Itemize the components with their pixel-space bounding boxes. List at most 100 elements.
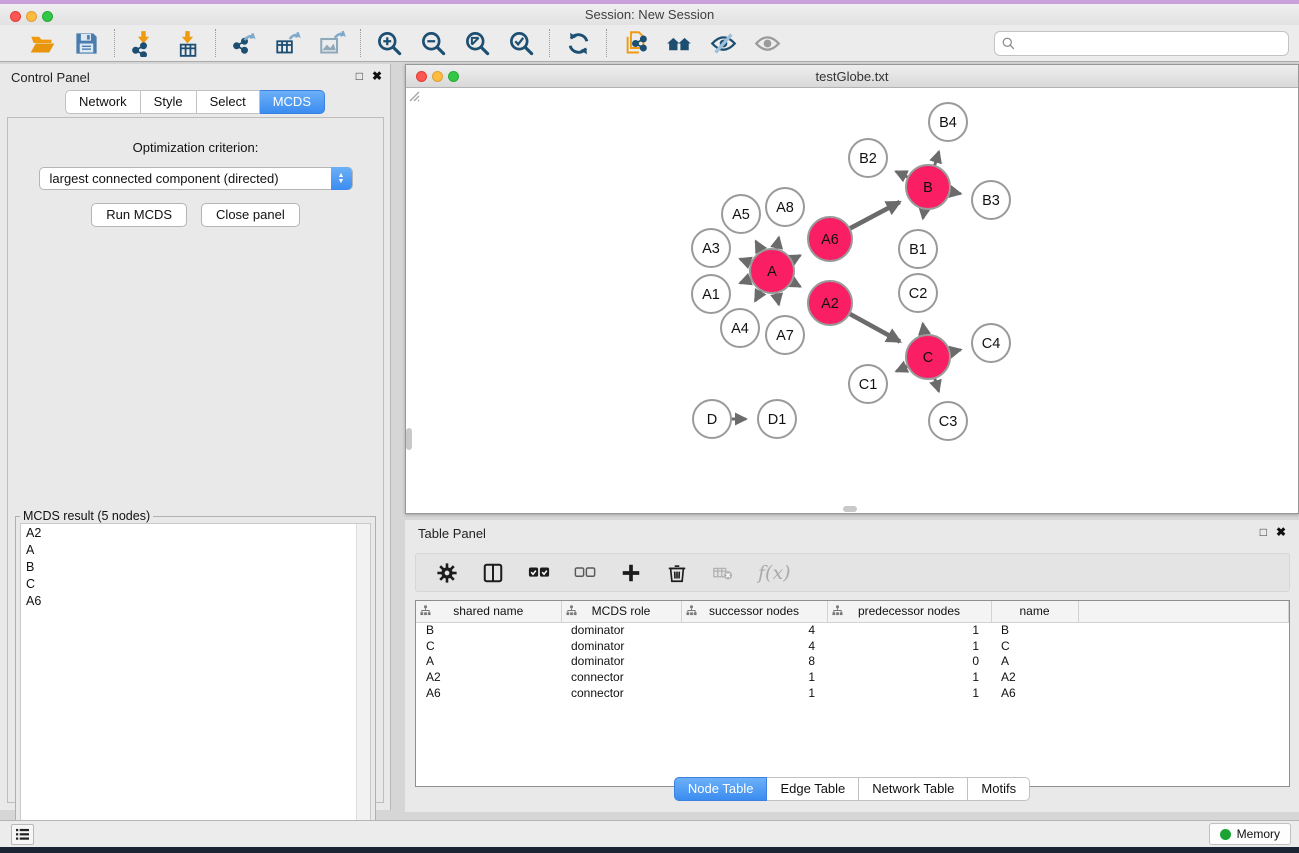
settings-gear-button[interactable] — [436, 562, 458, 584]
search-box[interactable] — [994, 31, 1289, 56]
edge-A-A7[interactable] — [776, 293, 778, 305]
table-cell[interactable]: 1 — [827, 622, 991, 638]
zoom-in-button[interactable] — [374, 28, 404, 58]
delete-columns-button[interactable] — [666, 562, 688, 584]
table-cell[interactable]: connector — [561, 669, 681, 685]
table-cell[interactable]: 1 — [827, 638, 991, 654]
graph-node-B2[interactable]: B2 — [849, 139, 887, 177]
close-panel-icon[interactable]: ✖ — [372, 69, 382, 83]
table-cell[interactable]: 4 — [681, 622, 827, 638]
export-table-button[interactable] — [273, 28, 303, 58]
edge-B-B4[interactable] — [934, 152, 938, 166]
table-cell[interactable]: A6 — [991, 685, 1078, 701]
vertical-scrollbar-thumb[interactable] — [406, 428, 412, 450]
table-row[interactable]: Cdominator41C — [416, 638, 1289, 654]
edge-A-A2[interactable] — [791, 282, 800, 287]
table-cell[interactable]: B — [416, 622, 561, 638]
column-header-shared-name[interactable]: shared name — [416, 601, 561, 622]
edge-B-B2[interactable] — [896, 171, 908, 177]
edge-C-C1[interactable] — [896, 366, 908, 371]
open-session-button[interactable] — [27, 28, 57, 58]
graph-node-A3[interactable]: A3 — [692, 229, 730, 267]
tab-network[interactable]: Network — [65, 90, 141, 114]
column-header-MCDS-role[interactable]: MCDS role — [561, 601, 681, 622]
table-cell[interactable]: C — [991, 638, 1078, 654]
table-cell[interactable]: 1 — [681, 685, 827, 701]
zoom-fit-button[interactable] — [462, 28, 492, 58]
table-row[interactable]: A2connector11A2 — [416, 669, 1289, 685]
result-item[interactable]: A — [21, 541, 370, 558]
export-image-button[interactable] — [317, 28, 347, 58]
graph-node-D[interactable]: D — [693, 400, 731, 438]
graph-node-A8[interactable]: A8 — [766, 188, 804, 226]
edge-C-C2[interactable] — [923, 324, 925, 336]
home-button[interactable] — [664, 28, 694, 58]
hide-panel-button[interactable] — [708, 28, 738, 58]
table-cell[interactable]: 1 — [827, 685, 991, 701]
result-item[interactable]: B — [21, 558, 370, 575]
table-cell[interactable]: B — [991, 622, 1078, 638]
network-canvas[interactable]: B4B2BB3A8A5A6A3B1AC2A1A2A4A7C4CC1DD1C3 — [406, 88, 1298, 513]
table-cell[interactable]: A2 — [416, 669, 561, 685]
select-all-columns-button[interactable] — [528, 562, 550, 584]
graph-node-D1[interactable]: D1 — [758, 400, 796, 438]
network-graph[interactable]: B4B2BB3A8A5A6A3B1AC2A1A2A4A7C4CC1DD1C3 — [406, 88, 1298, 513]
graph-node-C[interactable]: C — [906, 335, 950, 379]
edge-A-A8[interactable] — [776, 237, 778, 249]
edge-C-C4[interactable] — [949, 350, 960, 353]
table-cell[interactable]: 8 — [681, 653, 827, 669]
edge-A-A1[interactable] — [740, 279, 751, 283]
edge-A-A6[interactable] — [791, 255, 800, 260]
table-cell[interactable]: A — [991, 653, 1078, 669]
edge-B-B3[interactable] — [950, 191, 961, 193]
table-cell[interactable]: C — [416, 638, 561, 654]
table-cell[interactable]: dominator — [561, 622, 681, 638]
tab-network-table[interactable]: Network Table — [859, 777, 968, 801]
unselect-all-columns-button[interactable] — [574, 562, 596, 584]
search-input[interactable] — [1016, 34, 1288, 54]
criterion-dropdown[interactable]: largest connected component (directed) ▲… — [39, 167, 353, 190]
zoom-out-button[interactable] — [418, 28, 448, 58]
table-row[interactable]: Adominator80A — [416, 653, 1289, 669]
graph-node-A7[interactable]: A7 — [766, 316, 804, 354]
result-item[interactable]: A6 — [21, 592, 370, 609]
resize-grip-icon[interactable] — [406, 88, 420, 102]
memory-button[interactable]: Memory — [1209, 823, 1291, 845]
save-session-button[interactable] — [71, 28, 101, 58]
mcds-result-list[interactable]: A2ABCA6 — [20, 523, 371, 849]
graph-node-C1[interactable]: C1 — [849, 365, 887, 403]
network-from-file-button[interactable] — [620, 28, 650, 58]
close-panel-button[interactable]: Close panel — [201, 203, 300, 227]
graph-node-B4[interactable]: B4 — [929, 103, 967, 141]
table-row[interactable]: A6connector11A6 — [416, 685, 1289, 701]
tab-motifs[interactable]: Motifs — [968, 777, 1030, 801]
tab-edge-table[interactable]: Edge Table — [767, 777, 859, 801]
edge-B-B1[interactable] — [923, 209, 925, 219]
edge-A6-B[interactable] — [849, 202, 899, 229]
table-cell[interactable]: 0 — [827, 653, 991, 669]
split-table-button[interactable] — [482, 562, 504, 584]
tab-mcds[interactable]: MCDS — [260, 90, 325, 114]
edge-A-A3[interactable] — [740, 259, 751, 263]
table-cell[interactable]: 4 — [681, 638, 827, 654]
table-cell[interactable]: A — [416, 653, 561, 669]
graph-node-A[interactable]: A — [750, 249, 794, 293]
table-cell[interactable]: A6 — [416, 685, 561, 701]
zoom-selected-button[interactable] — [506, 28, 536, 58]
table-cell[interactable]: dominator — [561, 653, 681, 669]
import-table-button[interactable] — [172, 28, 202, 58]
task-history-button[interactable] — [11, 824, 34, 845]
result-item[interactable]: C — [21, 575, 370, 592]
graph-node-A1[interactable]: A1 — [692, 275, 730, 313]
graph-node-C2[interactable]: C2 — [899, 274, 937, 312]
result-item[interactable]: A2 — [21, 524, 370, 541]
horizontal-scrollbar-thumb[interactable] — [843, 506, 857, 512]
edge-A-A5[interactable] — [756, 241, 762, 251]
show-panel-button[interactable] — [752, 28, 782, 58]
tab-node-table[interactable]: Node Table — [674, 777, 768, 801]
graph-node-B1[interactable]: B1 — [899, 230, 937, 268]
graph-node-C4[interactable]: C4 — [972, 324, 1010, 362]
float-panel-icon[interactable]: □ — [356, 69, 363, 83]
column-header-predecessor-nodes[interactable]: predecessor nodes — [827, 601, 991, 622]
table-row[interactable]: Bdominator41B — [416, 622, 1289, 638]
